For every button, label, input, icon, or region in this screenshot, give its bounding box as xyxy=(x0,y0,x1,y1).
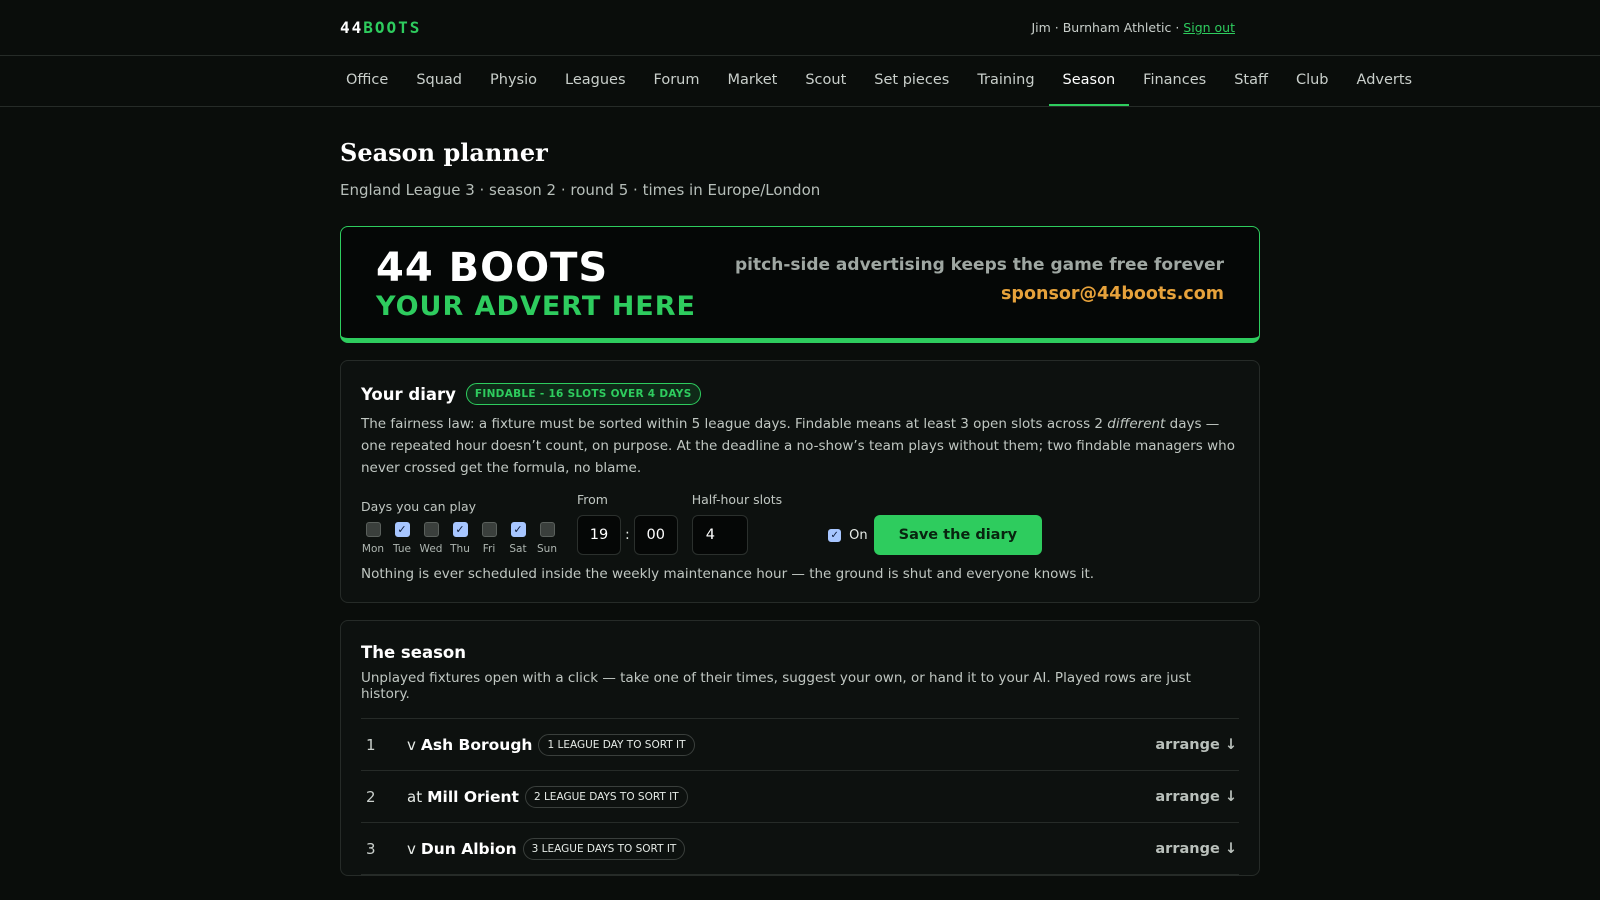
logo-main: 44 xyxy=(340,18,364,37)
from-group: From 19 : 00 xyxy=(577,492,678,555)
from-hour-input[interactable]: 19 xyxy=(577,515,621,555)
diary-card: Your diary FINDABLE - 16 SLOTS OVER 4 DA… xyxy=(340,360,1260,603)
diary-controls: Days you can play Mon ✓ Tue Wed ✓ Thu Fri … xyxy=(361,492,1239,555)
fixture-venue: at xyxy=(407,787,423,806)
fixture-deadline-tag: 1 LEAGUE DAY TO SORT IT xyxy=(538,733,695,756)
nav-forum[interactable]: Forum xyxy=(640,56,714,106)
fixture-opponent: Ash Borough xyxy=(420,735,533,754)
logo-accent: BOOTS xyxy=(363,18,422,37)
time-colon: : xyxy=(625,527,630,543)
fixture-number: 3 xyxy=(366,839,376,858)
day-sun-checkbox[interactable] xyxy=(539,522,555,537)
diary-description: The fairness law: a fixture must be sort… xyxy=(361,413,1239,479)
day-thu: ✓ Thu xyxy=(448,522,472,555)
nav-set-pieces[interactable]: Set pieces xyxy=(860,56,963,106)
diary-desc-emphasis: different xyxy=(1107,416,1166,432)
advert-banner[interactable]: 44 BOOTS YOUR ADVERT HERE pitch-side adv… xyxy=(340,226,1260,343)
arrange-button[interactable]: arrange ↓ xyxy=(1155,737,1239,753)
from-minute-input[interactable]: 00 xyxy=(633,515,678,555)
findable-badge: FINDABLE - 16 SLOTS OVER 4 DAYS xyxy=(465,383,701,405)
fixture-opponent: Dun Albion xyxy=(420,839,517,858)
fixture-deadline-tag: 2 LEAGUE DAYS TO SORT IT xyxy=(524,785,688,808)
advert-tagline: pitch-side advertising keeps the game fr… xyxy=(735,255,1224,275)
fixture-number: 1 xyxy=(366,735,376,754)
sign-out-link[interactable]: Sign out xyxy=(1183,20,1235,35)
nav-club[interactable]: Club xyxy=(1282,56,1343,106)
nav-finances[interactable]: Finances xyxy=(1129,56,1220,106)
main-content: Season planner England League 3 · season… xyxy=(340,138,1260,876)
diary-title: Your diary xyxy=(361,384,456,404)
advert-brand: 44 BOOTS xyxy=(376,245,609,291)
logo[interactable]: 44BOOTS xyxy=(340,18,421,37)
nav-season[interactable]: Season xyxy=(1048,56,1130,106)
day-sat-checkbox[interactable]: ✓ xyxy=(510,522,526,537)
fixture-opponent: Mill Orient xyxy=(427,787,519,806)
day-fri-label: Fri xyxy=(482,543,496,555)
fixture-venue: v xyxy=(407,735,416,754)
diary-desc-part1: The fairness law: a fixture must be sort… xyxy=(361,416,1108,432)
on-checkbox[interactable]: ✓ xyxy=(828,528,842,542)
day-fri: Fri xyxy=(477,522,501,555)
fixture-number: 2 xyxy=(366,787,376,806)
nav-squad[interactable]: Squad xyxy=(402,56,476,106)
day-thu-label: Thu xyxy=(450,543,470,555)
day-wed-checkbox[interactable] xyxy=(423,522,439,537)
nav-market[interactable]: Market xyxy=(714,56,792,106)
save-diary-button[interactable]: Save the diary xyxy=(873,515,1043,555)
advert-right: pitch-side advertising keeps the game fr… xyxy=(735,245,1224,338)
arrange-button[interactable]: arrange ↓ xyxy=(1155,789,1239,805)
season-title: The season xyxy=(361,643,466,662)
day-wed: Wed xyxy=(419,522,443,555)
day-tue-checkbox[interactable]: ✓ xyxy=(394,522,410,537)
days-checkboxes: Mon ✓ Tue Wed ✓ Thu Fri ✓ Sat Sun xyxy=(361,522,559,555)
advert-cta: YOUR ADVERT HERE xyxy=(376,291,696,322)
nav-training[interactable]: Training xyxy=(963,56,1048,106)
slots-group: Half-hour slots 4 xyxy=(691,492,783,555)
user-info: Jim · Burnham Athletic · Sign out xyxy=(1031,20,1235,35)
from-time: 19 : 00 xyxy=(577,515,678,555)
nav-leagues[interactable]: Leagues xyxy=(551,56,640,106)
main-nav: Office Squad Physio Leagues Forum Market… xyxy=(0,56,1600,107)
slots-input[interactable]: 4 xyxy=(691,515,748,555)
day-wed-label: Wed xyxy=(419,543,443,555)
from-label: From xyxy=(577,492,608,507)
day-mon-checkbox[interactable] xyxy=(365,522,381,537)
nav-office[interactable]: Office xyxy=(332,56,402,106)
fixture-row[interactable]: 1 v Ash Borough 1 LEAGUE DAY TO SORT IT … xyxy=(361,719,1239,771)
page-title: Season planner xyxy=(340,138,548,167)
season-card: The season Unplayed fixtures open with a… xyxy=(340,620,1260,876)
nav-staff[interactable]: Staff xyxy=(1220,56,1282,106)
fixture-row[interactable]: 3 v Dun Albion 3 LEAGUE DAYS TO SORT IT … xyxy=(361,823,1239,875)
fixture-venue: v xyxy=(407,839,416,858)
slots-label: Half-hour slots xyxy=(691,492,783,507)
day-fri-checkbox[interactable] xyxy=(481,522,497,537)
diary-header: Your diary FINDABLE - 16 SLOTS OVER 4 DA… xyxy=(361,383,1239,405)
nav-scout[interactable]: Scout xyxy=(791,56,860,106)
page-subtitle: England League 3 · season 2 · round 5 · … xyxy=(340,181,821,199)
top-bar: 44BOOTS Jim · Burnham Athletic · Sign ou… xyxy=(0,0,1600,56)
day-tue: ✓ Tue xyxy=(390,522,414,555)
arrange-button[interactable]: arrange ↓ xyxy=(1155,841,1239,857)
day-sun-label: Sun xyxy=(537,543,557,555)
days-group: Days you can play Mon ✓ Tue Wed ✓ Thu Fri … xyxy=(361,499,559,555)
day-mon-label: Mon xyxy=(361,543,385,555)
user-club: Jim · Burnham Athletic · xyxy=(1031,20,1184,35)
days-label: Days you can play xyxy=(361,499,477,514)
season-description: Unplayed fixtures open with a click — ta… xyxy=(361,670,1239,719)
advert-left: 44 BOOTS YOUR ADVERT HERE xyxy=(376,245,696,338)
day-sat-label: Sat xyxy=(509,543,527,555)
on-label: On xyxy=(849,527,868,543)
nav-physio[interactable]: Physio xyxy=(476,56,551,106)
maintenance-note: Nothing is ever scheduled inside the wee… xyxy=(361,566,1095,582)
day-sat: ✓ Sat xyxy=(506,522,530,555)
day-sun: Sun xyxy=(535,522,559,555)
day-mon: Mon xyxy=(361,522,385,555)
day-thu-checkbox[interactable]: ✓ xyxy=(452,522,468,537)
fixture-row[interactable]: 2 at Mill Orient 2 LEAGUE DAYS TO SORT I… xyxy=(361,771,1239,823)
on-toggle[interactable]: ✓ On xyxy=(828,515,868,555)
nav-adverts[interactable]: Adverts xyxy=(1343,56,1427,106)
advert-email[interactable]: sponsor@44boots.com xyxy=(735,284,1224,304)
day-tue-label: Tue xyxy=(393,543,411,555)
fixture-deadline-tag: 3 LEAGUE DAYS TO SORT IT xyxy=(522,837,686,860)
